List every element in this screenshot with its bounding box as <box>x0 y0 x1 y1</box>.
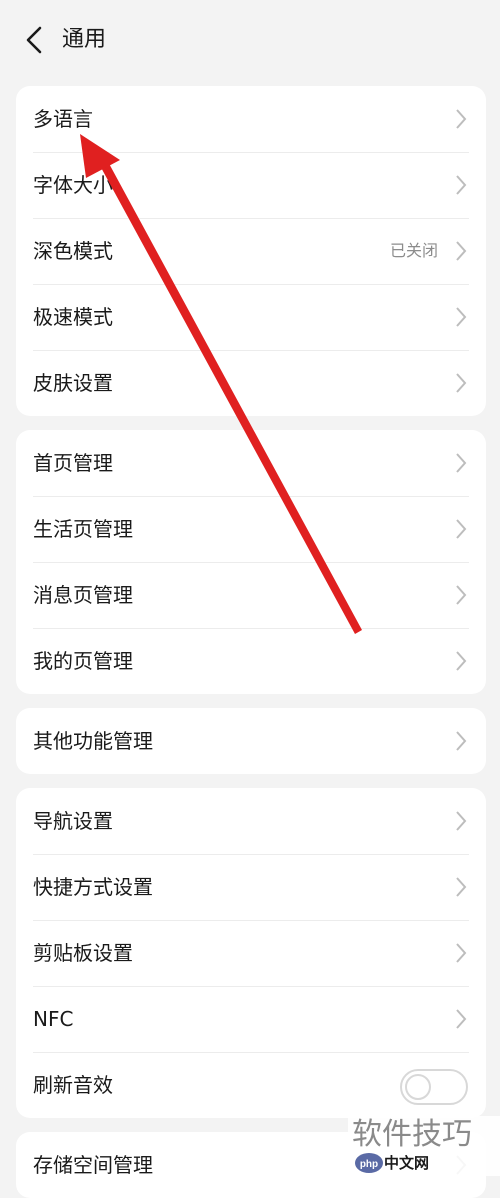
php-logo-icon: php <box>355 1153 383 1173</box>
row-label: 导航设置 <box>33 809 113 833</box>
row-shortcut-settings[interactable]: 快捷方式设置 <box>16 854 486 920</box>
chevron-right-icon <box>456 877 467 897</box>
page-title: 通用 <box>62 27 107 52</box>
row-label: 我的页管理 <box>33 649 133 673</box>
chevron-right-icon <box>456 651 467 671</box>
row-multi-language[interactable]: 多语言 <box>16 86 486 152</box>
row-refresh-sound: 刷新音效 <box>16 1052 486 1118</box>
row-home-page-management[interactable]: 首页管理 <box>16 430 486 496</box>
svg-text:php: php <box>360 1159 378 1170</box>
chevron-right-icon <box>456 109 467 129</box>
row-other-features-management[interactable]: 其他功能管理 <box>16 708 486 774</box>
chevron-left-icon <box>26 26 42 54</box>
row-label: 生活页管理 <box>33 517 133 541</box>
settings-group-pages: 首页管理 生活页管理 消息页管理 我的页管理 <box>16 430 486 694</box>
top-bar: 通用 <box>0 0 500 82</box>
row-label: 极速模式 <box>33 305 113 329</box>
chevron-right-icon <box>456 811 467 831</box>
settings-group-display: 多语言 字体大小 深色模式 已关闭 极速模式 皮肤设置 <box>16 86 486 416</box>
row-my-page-management[interactable]: 我的页管理 <box>16 628 486 694</box>
chevron-right-icon <box>456 585 467 605</box>
row-value: 已关闭 <box>389 241 438 260</box>
row-speed-mode[interactable]: 极速模式 <box>16 284 486 350</box>
row-skin-settings[interactable]: 皮肤设置 <box>16 350 486 416</box>
row-label: 其他功能管理 <box>33 729 153 753</box>
row-label: NFC <box>33 1007 74 1031</box>
row-label: 快捷方式设置 <box>33 875 153 899</box>
chevron-right-icon <box>456 519 467 539</box>
settings-group-other: 其他功能管理 <box>16 708 486 774</box>
row-label: 首页管理 <box>33 451 113 475</box>
row-label: 字体大小 <box>33 173 113 197</box>
row-label: 皮肤设置 <box>33 371 113 395</box>
toggle-knob <box>405 1074 431 1100</box>
row-label: 刷新音效 <box>33 1073 113 1097</box>
row-nfc[interactable]: NFC <box>16 986 486 1052</box>
row-dark-mode[interactable]: 深色模式 已关闭 <box>16 218 486 284</box>
row-clipboard-settings[interactable]: 剪贴板设置 <box>16 920 486 986</box>
row-message-page-management[interactable]: 消息页管理 <box>16 562 486 628</box>
chevron-right-icon <box>456 241 467 261</box>
chevron-right-icon <box>456 373 467 393</box>
row-font-size[interactable]: 字体大小 <box>16 152 486 218</box>
chevron-right-icon <box>456 453 467 473</box>
row-life-page-management[interactable]: 生活页管理 <box>16 496 486 562</box>
chevron-right-icon <box>456 943 467 963</box>
row-navigation-settings[interactable]: 导航设置 <box>16 788 486 854</box>
watermark: 软件技巧 php 中文网 <box>348 1116 500 1176</box>
settings-group-navigation: 导航设置 快捷方式设置 剪贴板设置 NFC 刷新音效 <box>16 788 486 1118</box>
row-label: 存储空间管理 <box>33 1153 153 1177</box>
row-label: 深色模式 <box>33 239 113 263</box>
chevron-right-icon <box>456 1009 467 1029</box>
watermark-subtext: 中文网 <box>384 1154 430 1172</box>
chevron-right-icon <box>456 175 467 195</box>
back-button[interactable] <box>16 20 52 60</box>
chevron-right-icon <box>456 307 467 327</box>
row-label: 多语言 <box>33 107 93 131</box>
row-label: 剪贴板设置 <box>33 941 133 965</box>
watermark-text: 软件技巧 <box>352 1117 472 1152</box>
row-label: 消息页管理 <box>33 583 133 607</box>
chevron-right-icon <box>456 731 467 751</box>
refresh-sound-toggle[interactable] <box>400 1069 468 1105</box>
